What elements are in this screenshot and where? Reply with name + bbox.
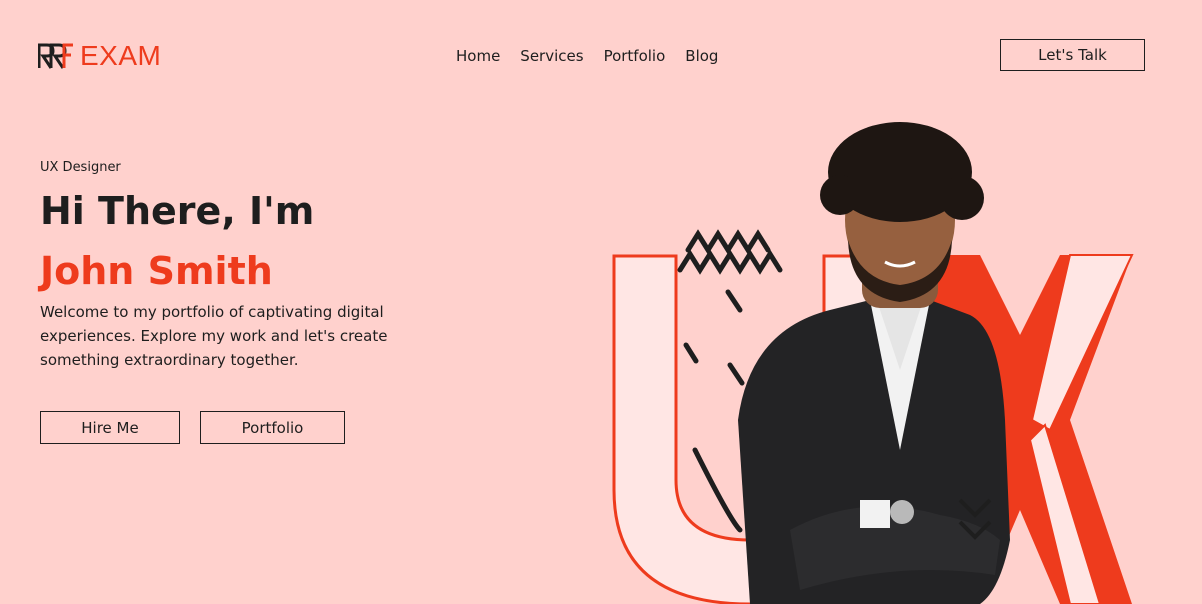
- hire-me-button[interactable]: Hire Me: [40, 411, 180, 444]
- role-label: UX Designer: [40, 160, 121, 175]
- portfolio-button[interactable]: Portfolio: [200, 411, 345, 444]
- intro-text: Welcome to my portfolio of captivating d…: [40, 303, 388, 369]
- greeting-heading: Hi There, I'm: [40, 189, 315, 233]
- name-heading: John Smith: [40, 249, 273, 293]
- nav-home[interactable]: Home: [456, 45, 500, 67]
- nav-portfolio[interactable]: Portfolio: [604, 45, 666, 67]
- nav-blog[interactable]: Blog: [685, 45, 718, 67]
- main-nav: Home Services Portfolio Blog: [456, 45, 718, 67]
- logo[interactable]: EXAM: [38, 40, 161, 72]
- lets-talk-button[interactable]: Let's Talk: [1000, 39, 1145, 71]
- rrf-monogram-icon: [38, 43, 73, 69]
- person-photo: [738, 122, 1010, 604]
- hero-illustration: [612, 122, 1134, 604]
- nav-services[interactable]: Services: [520, 45, 583, 67]
- logo-text: EXAM: [80, 40, 162, 71]
